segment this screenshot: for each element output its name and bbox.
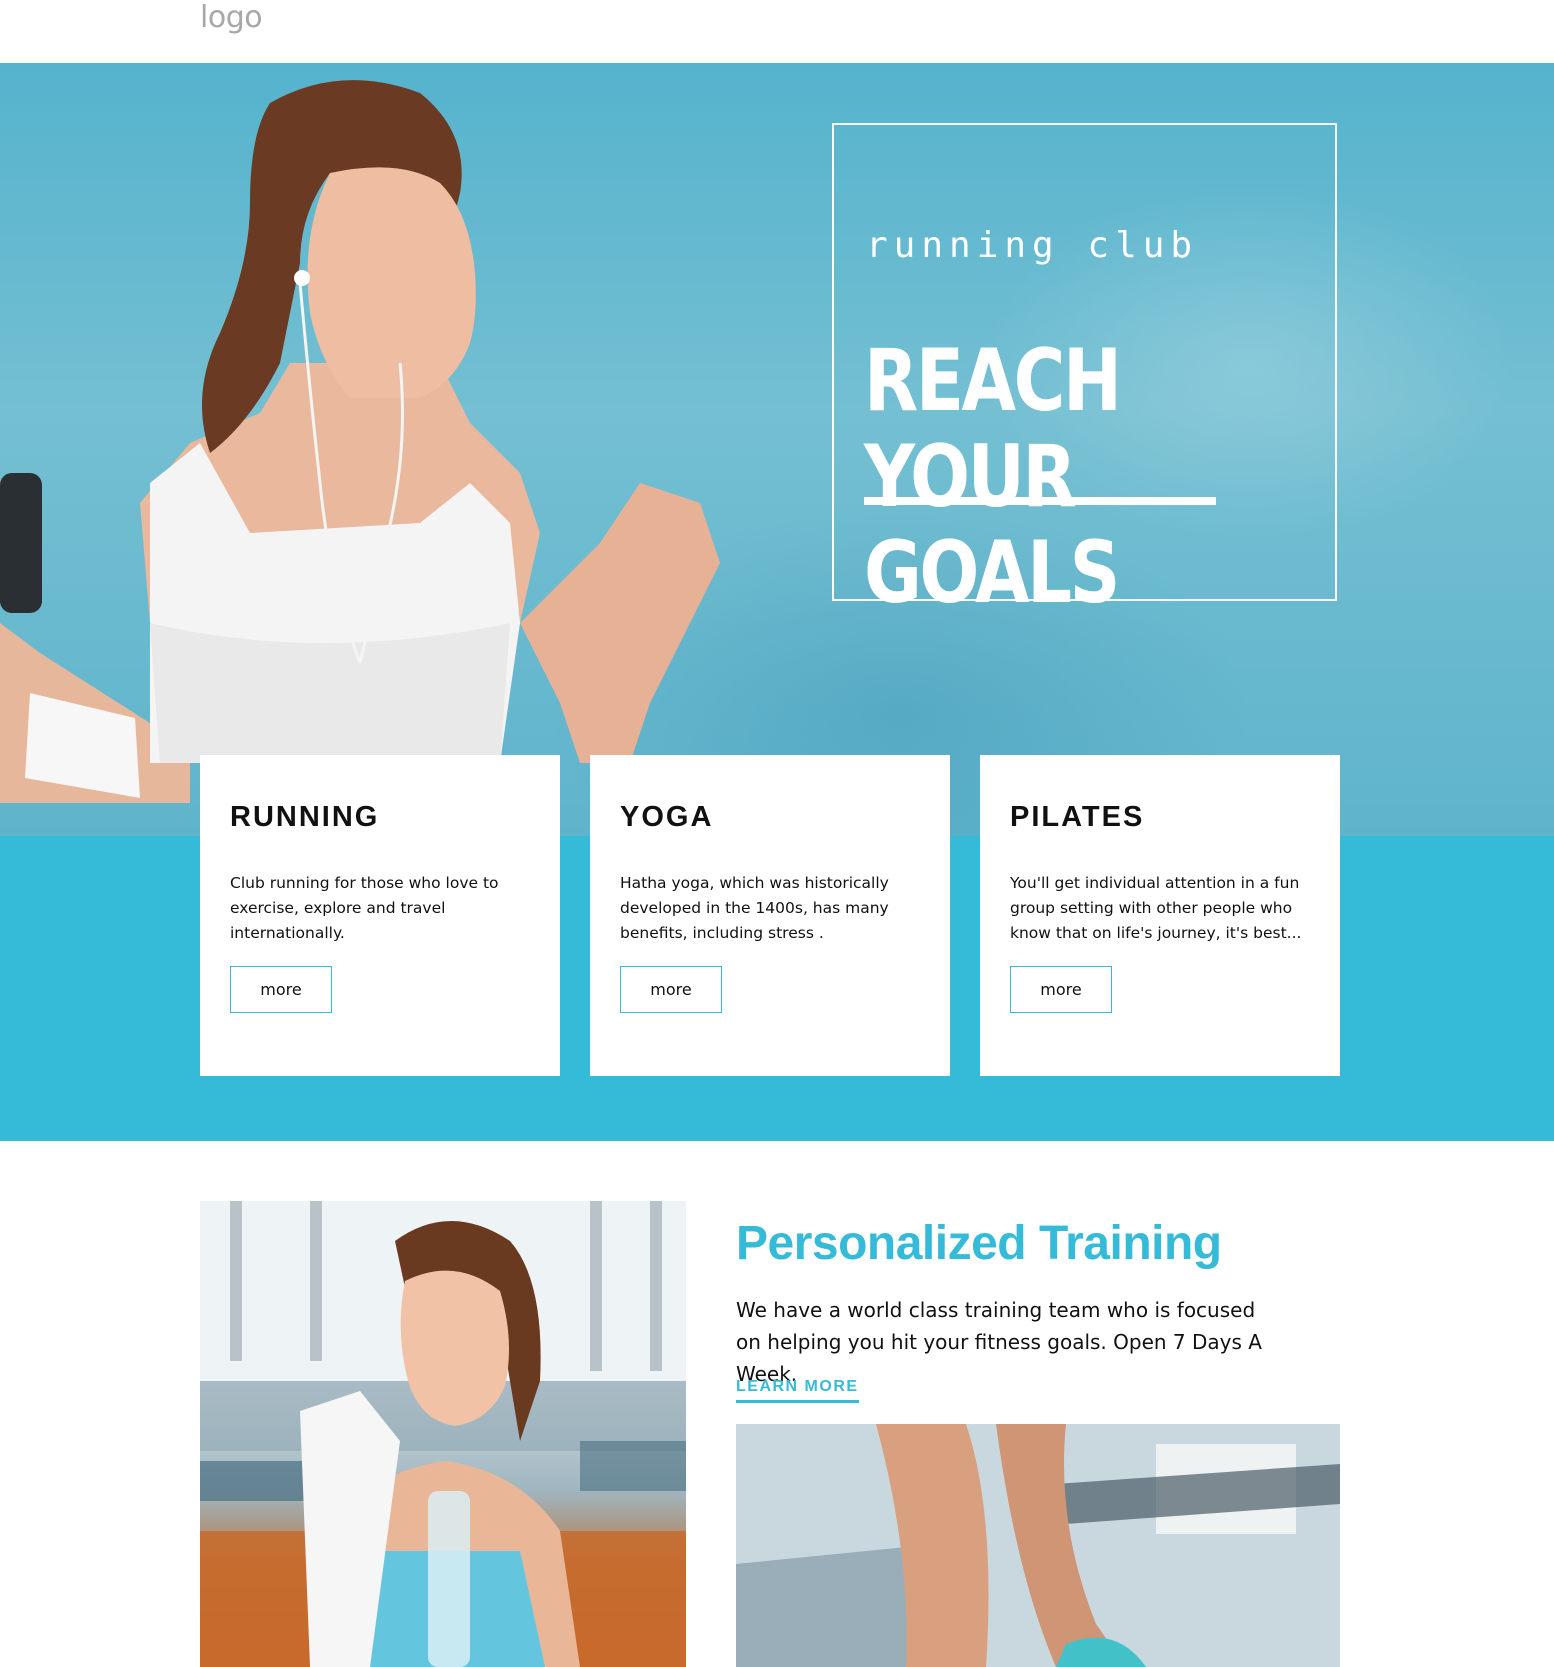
card-text: Hatha yoga, which was historically devel… <box>620 874 889 942</box>
learn-more-link[interactable]: LEARN MORE <box>736 1378 859 1403</box>
more-button[interactable]: more <box>1010 966 1112 1013</box>
card-yoga: YOGA Hatha yoga, which was historically … <box>590 755 950 1076</box>
hero-title: REACH YOUR GOALS <box>864 330 1122 623</box>
hero-kicker: running club <box>866 225 1199 266</box>
logo[interactable]: logo <box>200 0 263 35</box>
hero-divider <box>864 497 1216 505</box>
card-text: You'll get individual attention in a fun… <box>1010 874 1302 942</box>
card-title: YOGA <box>620 801 714 833</box>
more-button[interactable]: more <box>230 966 332 1013</box>
card-text: Club running for those who love to exerc… <box>230 874 499 942</box>
hero-banner: running club REACH YOUR GOALS <box>0 63 1554 836</box>
card-title: RUNNING <box>230 801 380 833</box>
hero-title-frame: running club REACH YOUR GOALS <box>832 123 1337 621</box>
training-title: Personalized Training <box>736 1217 1222 1270</box>
card-running: RUNNING Club running for those who love … <box>200 755 560 1076</box>
card-pilates: PILATES You'll get individual attention … <box>980 755 1340 1076</box>
trainer-photo <box>200 1201 686 1667</box>
training-text: We have a world class training team who … <box>736 1298 1262 1386</box>
runner-photo <box>0 80 720 803</box>
more-button[interactable]: more <box>620 966 722 1013</box>
treadmill-photo <box>736 1424 1340 1667</box>
card-title: PILATES <box>1010 801 1145 833</box>
